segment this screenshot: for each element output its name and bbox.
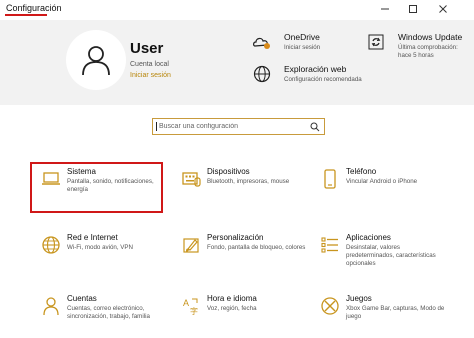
- account-type: Cuenta local: [130, 61, 169, 68]
- onedrive-cloud-icon: [252, 32, 272, 52]
- category-desc: Wi-Fi, modo avión, VPN: [67, 244, 134, 251]
- person-icon: [40, 295, 62, 317]
- time-language-icon: A 字: [180, 295, 202, 317]
- category-desc: Fondo, pantalla de bloqueo, colores: [207, 244, 306, 251]
- close-button[interactable]: [428, 0, 458, 18]
- category-desc: Xbox Game Bar, capturas, Modo de juego: [346, 305, 445, 320]
- onedrive-title: OneDrive: [284, 32, 320, 42]
- category-title: Juegos: [346, 294, 372, 303]
- paint-brush-icon: [180, 234, 202, 256]
- highlight-box: [30, 162, 163, 213]
- category-devices[interactable]: Dispositivos Bluetooth, impresoras, mous…: [174, 164, 309, 214]
- category-desc: Voz, región, fecha: [207, 305, 257, 312]
- maximize-icon: [409, 5, 417, 13]
- minimize-icon: [381, 8, 389, 10]
- windows-update-item[interactable]: Windows Update Última comprobación: hace…: [366, 32, 472, 72]
- onedrive-item[interactable]: OneDrive Iniciar sesión: [252, 32, 362, 62]
- close-icon: [439, 5, 447, 13]
- search-box[interactable]: [152, 118, 325, 135]
- signin-link[interactable]: Iniciar sesión: [130, 72, 171, 79]
- minimize-button[interactable]: [370, 0, 400, 18]
- web-browsing-item[interactable]: Exploración web Configuración recomendad…: [252, 64, 362, 94]
- category-title: Hora e idioma: [207, 294, 257, 303]
- category-time-language[interactable]: A 字 Hora e idioma Voz, región, fecha: [174, 291, 309, 338]
- windows-update-title: Windows Update: [398, 32, 463, 42]
- svg-text:A: A: [183, 298, 189, 308]
- category-desc: Bluetooth, impresoras, mouse: [207, 178, 290, 185]
- category-desc: Desinstalar, valores predeterminados, ca…: [346, 244, 436, 267]
- category-title: Red e Internet: [67, 233, 118, 242]
- category-title: Aplicaciones: [346, 233, 391, 242]
- avatar[interactable]: [66, 30, 126, 90]
- category-title: Cuentas: [67, 294, 97, 303]
- onedrive-desc: Iniciar sesión: [284, 44, 321, 51]
- text-caret: [156, 122, 157, 131]
- phone-icon: [319, 168, 341, 190]
- category-phone[interactable]: Teléfono Vincular Android o iPhone: [313, 164, 448, 214]
- xbox-icon: [319, 295, 341, 317]
- account-header: User Cuenta local Iniciar sesión OneDriv…: [0, 20, 474, 105]
- person-icon: [82, 46, 110, 76]
- sync-icon: [366, 32, 386, 52]
- web-browsing-title: Exploración web: [284, 64, 347, 74]
- category-gaming[interactable]: Juegos Xbox Game Bar, capturas, Modo de …: [313, 291, 448, 338]
- globe-icon: [40, 234, 62, 256]
- category-apps[interactable]: Aplicaciones Desinstalar, valores predet…: [313, 230, 448, 280]
- title-underline: [5, 14, 47, 16]
- keyboard-icon: [180, 168, 202, 190]
- web-browsing-desc: Configuración recomendada: [284, 76, 362, 83]
- category-network[interactable]: Red e Internet Wi-Fi, modo avión, VPN: [34, 230, 169, 280]
- globe-icon: [252, 64, 272, 84]
- windows-update-desc: Última comprobación: hace 5 horas: [398, 44, 458, 59]
- user-name: User: [130, 40, 164, 57]
- category-desc: Vincular Android o iPhone: [346, 178, 418, 185]
- app-title: Configuración: [6, 3, 62, 13]
- maximize-button[interactable]: [398, 0, 428, 18]
- category-title: Personalización: [207, 233, 264, 242]
- title-bar: Configuración: [0, 0, 474, 20]
- category-personalization[interactable]: Personalización Fondo, pantalla de bloqu…: [174, 230, 309, 280]
- category-desc: Cuentas, correo electrónico, sincronizac…: [67, 305, 150, 320]
- category-title: Teléfono: [346, 167, 377, 176]
- search-input[interactable]: [159, 120, 304, 133]
- search-icon[interactable]: [310, 122, 320, 132]
- svg-text:字: 字: [190, 306, 198, 316]
- apps-list-icon: [319, 234, 341, 256]
- category-accounts[interactable]: Cuentas Cuentas, correo electrónico, sin…: [34, 291, 169, 338]
- category-title: Dispositivos: [207, 167, 250, 176]
